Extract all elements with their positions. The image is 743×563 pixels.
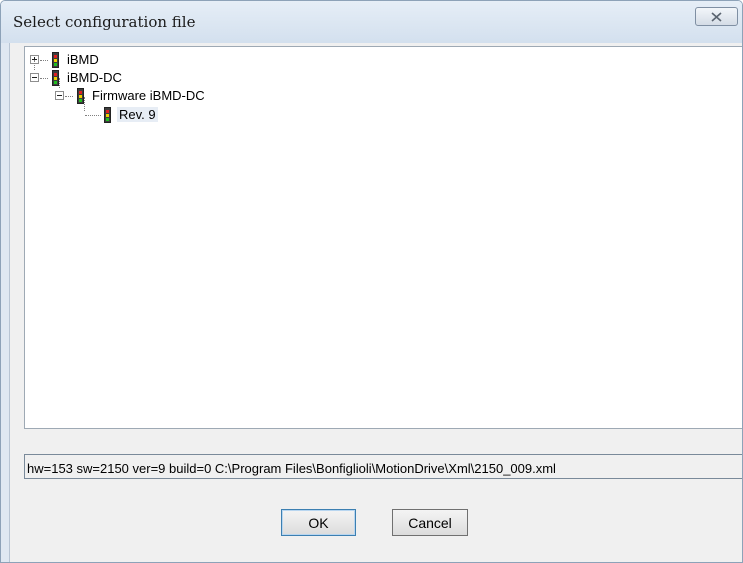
config-tree[interactable]: iBMD iBMD-DC Firmware iBMD-DC Rev. 9 <box>24 46 742 429</box>
dialog-client-area: iBMD iBMD-DC Firmware iBMD-DC Rev. 9 hw=… <box>9 43 742 562</box>
close-button[interactable] <box>695 7 738 26</box>
tree-item-ibmd-dc[interactable]: iBMD-DC <box>25 69 325 87</box>
ok-button[interactable]: OK <box>281 509 356 536</box>
close-icon <box>711 11 722 22</box>
tree-item-label: iBMD <box>67 52 99 67</box>
tree-item-firmware-ibmd-dc[interactable]: Firmware iBMD-DC <box>25 87 325 105</box>
dialog-title: Select configuration file <box>13 13 196 31</box>
select-config-dialog: Select configuration file iBMD iBMD-DC F… <box>0 0 743 563</box>
collapse-minus-icon[interactable] <box>30 73 39 82</box>
tree-item-label: Firmware iBMD-DC <box>92 88 205 103</box>
tree-item-ibmd[interactable]: iBMD <box>25 51 325 69</box>
device-icon <box>52 52 59 68</box>
separator-strip <box>24 429 742 451</box>
tree-item-label-selected: Rev. 9 <box>117 107 158 122</box>
tree-item-label: iBMD-DC <box>67 70 122 85</box>
tree-connector <box>65 96 73 98</box>
tree-connector <box>59 78 61 88</box>
cancel-button[interactable]: Cancel <box>392 509 468 536</box>
tree-connector <box>85 115 101 117</box>
tree-item-rev-9[interactable]: Rev. 9 <box>25 106 325 124</box>
file-info-field: hw=153 sw=2150 ver=9 build=0 C:\Program … <box>24 454 742 479</box>
title-bar[interactable]: Select configuration file <box>1 1 742 43</box>
tree-connector <box>34 60 36 70</box>
tree-connector <box>40 60 48 62</box>
device-icon <box>77 88 84 104</box>
tree-connector <box>40 78 48 80</box>
device-icon <box>52 70 59 86</box>
device-icon <box>104 107 111 123</box>
collapse-minus-icon[interactable] <box>55 91 64 100</box>
